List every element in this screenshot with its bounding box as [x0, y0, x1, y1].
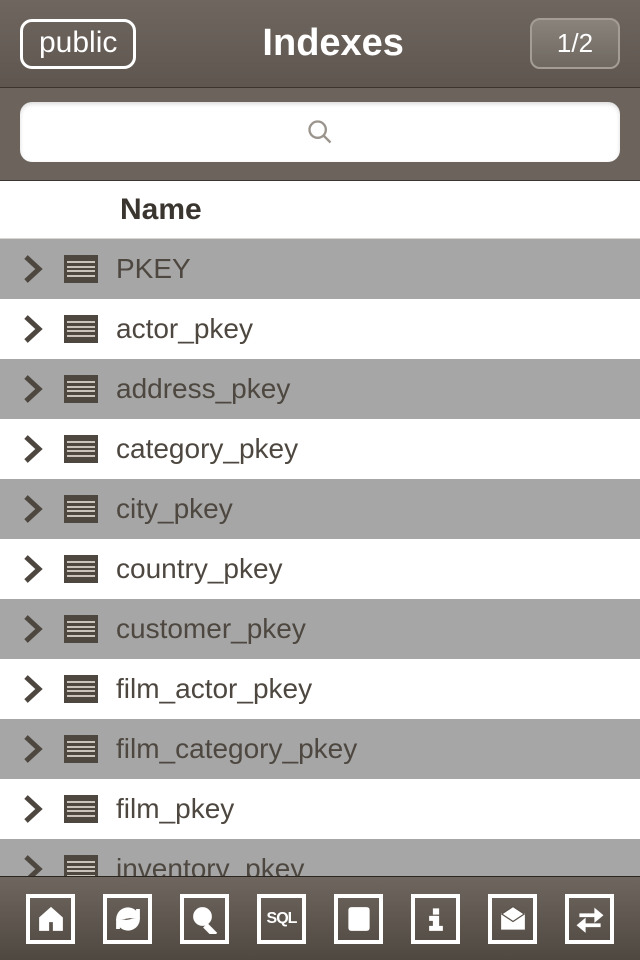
index-icon	[56, 675, 106, 703]
index-list: PKEY actor_pkey address_pkey category_pk…	[0, 239, 640, 876]
row-name: film_actor_pkey	[106, 673, 312, 705]
page-indicator[interactable]: 1/2	[530, 18, 620, 69]
chevron-right-icon	[10, 374, 56, 404]
row-name: customer_pkey	[106, 613, 306, 645]
search-icon	[190, 904, 220, 934]
row-name: PKEY	[106, 253, 191, 285]
home-icon	[36, 904, 66, 934]
info-button[interactable]	[411, 894, 460, 944]
back-button[interactable]: public	[20, 19, 136, 69]
chevron-right-icon	[10, 434, 56, 464]
home-button[interactable]	[26, 894, 75, 944]
inbox-button[interactable]	[488, 894, 537, 944]
row-name: film_category_pkey	[106, 733, 357, 765]
chevron-right-icon	[10, 674, 56, 704]
index-icon	[56, 735, 106, 763]
row-name: country_pkey	[106, 553, 283, 585]
table-row[interactable]: actor_pkey	[0, 299, 640, 359]
row-name: film_pkey	[106, 793, 234, 825]
row-name: address_pkey	[106, 373, 290, 405]
index-icon	[56, 375, 106, 403]
row-name: category_pkey	[106, 433, 298, 465]
index-icon	[56, 855, 106, 876]
table-row[interactable]: country_pkey	[0, 539, 640, 599]
search-button[interactable]	[180, 894, 229, 944]
sql-icon: SQL	[267, 910, 297, 928]
refresh-icon	[113, 904, 143, 934]
table-row[interactable]: film_pkey	[0, 779, 640, 839]
chevron-right-icon	[10, 314, 56, 344]
search-icon	[306, 118, 334, 146]
table-row[interactable]: PKEY	[0, 239, 640, 299]
index-icon	[56, 495, 106, 523]
refresh-button[interactable]	[103, 894, 152, 944]
chevron-right-icon	[10, 554, 56, 584]
column-header-name: Name	[120, 193, 202, 227]
chevron-right-icon	[10, 614, 56, 644]
table-row[interactable]: city_pkey	[0, 479, 640, 539]
index-icon	[56, 615, 106, 643]
index-icon	[56, 555, 106, 583]
chevron-right-icon	[10, 254, 56, 284]
table-row[interactable]: address_pkey	[0, 359, 640, 419]
inbox-icon	[498, 904, 528, 934]
index-icon	[56, 795, 106, 823]
index-icon	[56, 315, 106, 343]
table-row[interactable]: customer_pkey	[0, 599, 640, 659]
chevron-right-icon	[10, 494, 56, 524]
table-row[interactable]: film_category_pkey	[0, 719, 640, 779]
table-row[interactable]: inventory_pkey	[0, 839, 640, 876]
sql-button[interactable]: SQL	[257, 894, 306, 944]
swap-button[interactable]	[565, 894, 614, 944]
column-header-row: Name	[0, 181, 640, 239]
chevron-right-icon	[10, 734, 56, 764]
search-bar-container	[0, 88, 640, 181]
info-icon	[421, 904, 451, 934]
index-icon	[56, 435, 106, 463]
page-title: Indexes	[262, 22, 404, 65]
index-icon	[56, 255, 106, 283]
row-name: actor_pkey	[106, 313, 253, 345]
bottom-toolbar: SQL	[0, 876, 640, 960]
table-row[interactable]: film_actor_pkey	[0, 659, 640, 719]
chevron-right-icon	[10, 794, 56, 824]
chevron-right-icon	[10, 854, 56, 876]
search-input[interactable]	[20, 102, 620, 162]
swap-icon	[575, 904, 605, 934]
row-name: inventory_pkey	[106, 853, 304, 876]
script-button[interactable]	[334, 894, 383, 944]
row-name: city_pkey	[106, 493, 233, 525]
table-row[interactable]: category_pkey	[0, 419, 640, 479]
navbar: public Indexes 1/2	[0, 0, 640, 88]
script-icon	[344, 904, 374, 934]
